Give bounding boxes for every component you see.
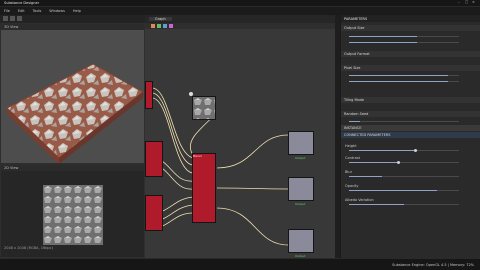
section-label: INSTANCE [344,126,362,130]
seed-slider[interactable] [349,121,459,122]
2d-texture-preview [43,185,103,245]
field-row: Contrast [345,155,477,161]
title-bar: Substance Designer – □ × [0,0,480,7]
section-pixel-size[interactable]: Pixel Size [341,65,480,71]
slider-fill [349,121,360,122]
node-output[interactable] [288,131,314,155]
app-window: Substance Designer – □ × File Edit Tools… [0,0,480,270]
slider-fill [349,150,415,151]
node-output[interactable] [288,229,314,253]
menu-edit[interactable]: Edit [18,9,25,13]
pixel-slider[interactable] [349,75,459,76]
slider-fill [349,36,418,37]
albedo-slider[interactable] [349,204,459,205]
menu-file[interactable]: File [4,9,10,13]
slider-fill [349,75,448,76]
slider-fill [349,176,382,177]
size-slider[interactable] [349,42,459,43]
blur-slider[interactable] [349,176,459,177]
section-instance[interactable]: INSTANCE [341,125,480,131]
graph-tab-bar: Graph [145,15,335,23]
close-icon[interactable]: × [472,0,475,4]
status-text: Substance Engine: OpenGL 4.5 | Memory: 7… [392,262,474,267]
slider-fill [349,81,448,82]
menu-bar: File Edit Tools Windows Help [0,7,480,15]
slider-knob[interactable] [414,149,417,152]
field-row: Opacity [345,183,477,189]
node-pin[interactable] [189,92,193,96]
opacity-slider[interactable] [349,190,459,191]
field-label: Height [345,144,357,148]
status-bar: Substance Engine: OpenGL 4.5 | Memory: 7… [0,258,480,270]
node-output-label: Output [295,156,306,160]
minimize-icon[interactable]: – [458,0,460,4]
viewport-2d-title: 2D View [4,166,19,170]
maximize-icon[interactable]: □ [465,0,468,4]
section-label: CONNECTED PARAMETERS [344,133,391,137]
properties-panel: PARAMETERS Output Size Output Format Pix… [340,15,480,258]
slider-fill [349,42,418,43]
node-blend-label: Blend [193,154,202,158]
section-label: Output Size [344,26,365,30]
tab-graph[interactable]: Graph [149,17,172,21]
viewport-3d-title: 3D View [4,25,19,29]
field-row: Blur [345,169,477,175]
properties-header: PARAMETERS [341,15,480,22]
node-input[interactable] [145,195,163,231]
section-seed[interactable]: Random Seed [341,111,480,117]
slider-fill [349,204,404,205]
section-label: Random Seed [344,112,369,116]
field-label: Contrast [345,156,360,160]
field-label: Albedo Variation [345,198,374,202]
slider-fill [349,162,399,163]
viewport-2d[interactable]: 2D View 2048 x 2048 (RGBA, 16bpc) [0,164,145,258]
window-title: Substance Designer [4,1,40,5]
main-toolbar [0,15,145,23]
menu-windows[interactable]: Windows [49,9,65,13]
properties-title: PARAMETERS [344,16,368,21]
toolbar-button[interactable] [3,16,8,21]
node-graph[interactable]: Blend Output Output Output [145,23,335,258]
field-row: Height [345,143,477,149]
node-input[interactable] [145,141,163,177]
menu-tools[interactable]: Tools [33,9,42,13]
section-output-format[interactable]: Output Format [341,51,480,57]
slider-knob[interactable] [397,161,400,164]
node-blend[interactable] [192,153,216,223]
section-label: Pixel Size [344,66,361,70]
contrast-slider[interactable] [349,161,459,164]
node-thumbnail[interactable] [192,96,216,120]
height-slider[interactable] [349,149,459,152]
3d-mesh-preview [6,63,144,163]
slider-fill [349,190,437,191]
section-output-size[interactable]: Output Size [341,25,480,31]
section-label: Output Format [344,52,370,56]
toolbar-button[interactable] [10,16,15,21]
field-label: Opacity [345,184,359,188]
viewport-2d-header: 2D View [1,165,144,171]
node-input[interactable] [145,81,153,109]
viewport-3d[interactable]: 3D View [0,23,145,164]
section-tiling[interactable]: Tiling Mode [341,97,480,103]
field-label: Blur [345,170,353,174]
section-connected[interactable]: CONNECTED PARAMETERS [341,132,480,138]
size-slider[interactable] [349,36,459,37]
field-row: Albedo Variation [345,197,477,203]
toolbar-button[interactable] [17,16,22,21]
viewport-2d-status: 2048 x 2048 (RGBA, 16bpc) [4,246,53,250]
section-label: Tiling Mode [344,98,365,102]
menu-help[interactable]: Help [73,9,81,13]
node-output[interactable] [288,177,314,201]
node-output-label: Output [295,202,306,206]
pixel-slider[interactable] [349,81,459,82]
